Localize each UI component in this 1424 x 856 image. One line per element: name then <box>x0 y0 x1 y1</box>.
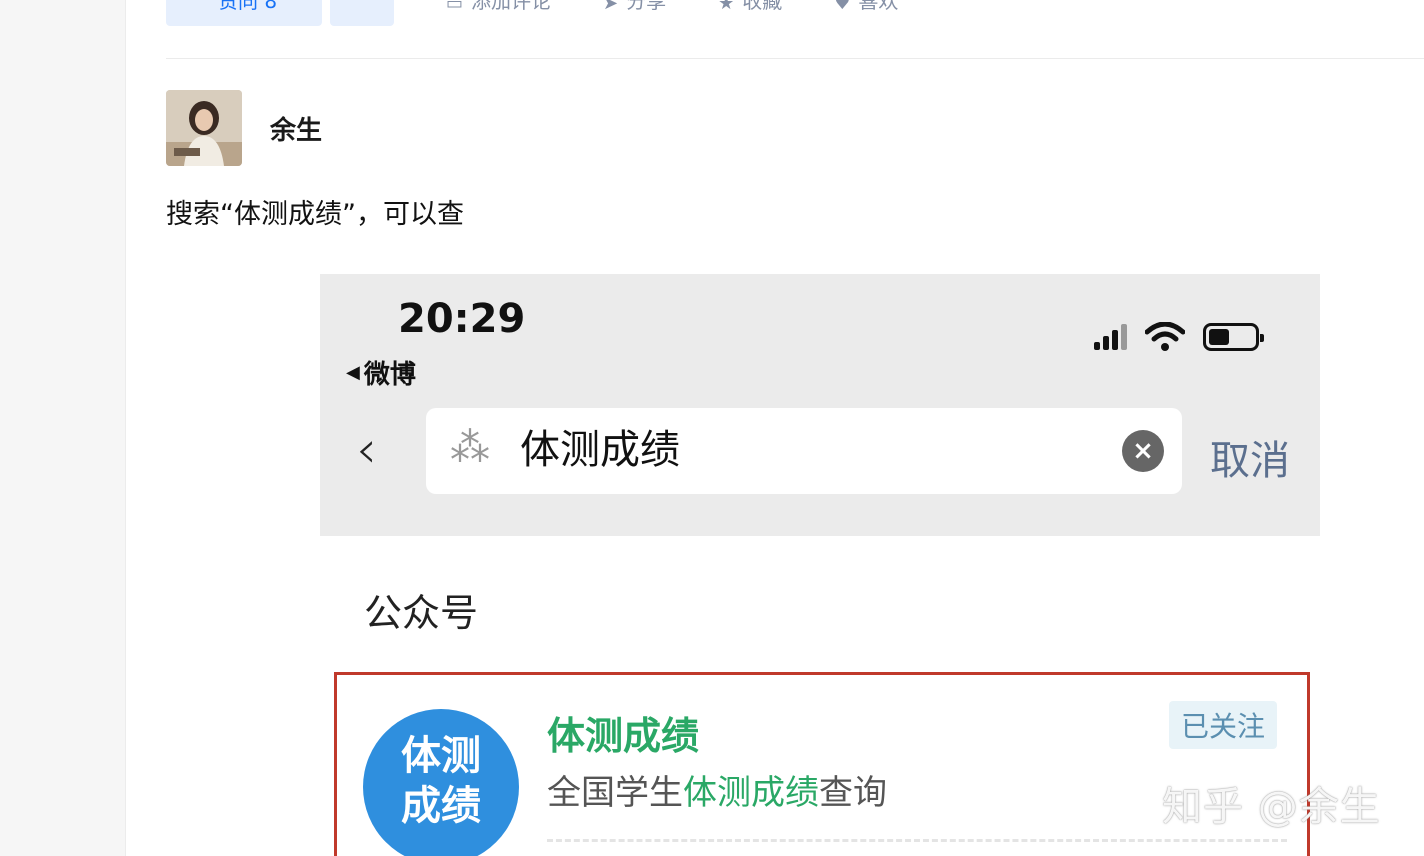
desc-suffix: 查询 <box>819 773 887 813</box>
collect-label: 收藏 <box>742 0 783 13</box>
left-gutter <box>0 0 126 856</box>
logo-line-2: 成绩 <box>401 783 481 829</box>
chevron-left-icon: ‹ <box>356 420 377 480</box>
like-label: 喜欢 <box>858 0 899 13</box>
search-input: 体测成绩 <box>520 427 680 473</box>
wifi-icon <box>1145 322 1185 351</box>
status-icons <box>1094 322 1264 352</box>
section-title: 公众号 <box>364 591 479 635</box>
dashed-divider <box>547 839 1287 842</box>
watermark: 知乎 @余生 <box>1162 784 1381 830</box>
cellular-signal-icon <box>1094 324 1127 350</box>
status-badge: 已关注 <box>1168 701 1277 749</box>
result-description: 全国学生体测成绩查询 <box>547 765 887 814</box>
back-to-app: ◀ 微博 <box>346 354 416 391</box>
upvote-button[interactable]: 赞同 8 <box>166 0 322 26</box>
upvote-label: 赞同 8 <box>218 0 278 13</box>
embedded-screenshot: 20:29 ◀ 微博 ‹ ⁂ 体测成绩 × 取消 公众号 体测 成绩 体测成绩 … <box>320 274 1320 856</box>
divider <box>166 58 1424 59</box>
comment-label: 添加评论 <box>471 0 552 13</box>
search-icon: ⁂ <box>450 425 490 471</box>
star-icon: ★ <box>718 0 735 14</box>
back-app-label: 微博 <box>363 360 416 390</box>
share-icon: ➤ <box>603 0 619 14</box>
collect-button[interactable]: ★ 收藏 <box>718 0 782 26</box>
desc-prefix: 全国学生 <box>547 773 683 813</box>
phone-header: 20:29 ◀ 微博 ‹ ⁂ 体测成绩 × 取消 <box>320 274 1320 536</box>
share-button[interactable]: ➤ 分享 <box>603 0 666 26</box>
answer-action-bar: 赞同 8 ▭ 添加评论 ➤ 分享 ★ 收藏 ♥ 喜欢 <box>166 0 898 26</box>
answer-card: 赞同 8 ▭ 添加评论 ➤ 分享 ★ 收藏 ♥ 喜欢 余生 搜索“体测成绩”，可… <box>126 0 1424 856</box>
battery-icon <box>1203 323 1264 351</box>
avatar[interactable] <box>166 90 242 166</box>
desc-highlight: 体测成绩 <box>683 773 819 813</box>
like-button[interactable]: ♥ 喜欢 <box>834 0 898 26</box>
share-label: 分享 <box>626 0 667 13</box>
triangle-left-icon: ◀ <box>346 362 360 383</box>
heart-icon: ♥ <box>834 0 851 14</box>
account-logo: 体测 成绩 <box>363 709 519 856</box>
logo-line-1: 体测 <box>401 733 481 779</box>
clear-icon: × <box>1122 430 1164 472</box>
search-bar: ⁂ 体测成绩 × <box>426 408 1182 494</box>
cancel-button: 取消 <box>1210 438 1290 484</box>
status-time: 20:29 <box>398 296 526 342</box>
comment-button[interactable]: ▭ 添加评论 <box>446 0 551 26</box>
author-name[interactable]: 余生 <box>270 110 322 147</box>
result-title: 体测成绩 <box>547 714 700 758</box>
comment-icon: ▭ <box>446 0 464 14</box>
downvote-button[interactable] <box>330 0 394 26</box>
answer-text: 搜索“体测成绩”，可以查 <box>166 199 464 230</box>
